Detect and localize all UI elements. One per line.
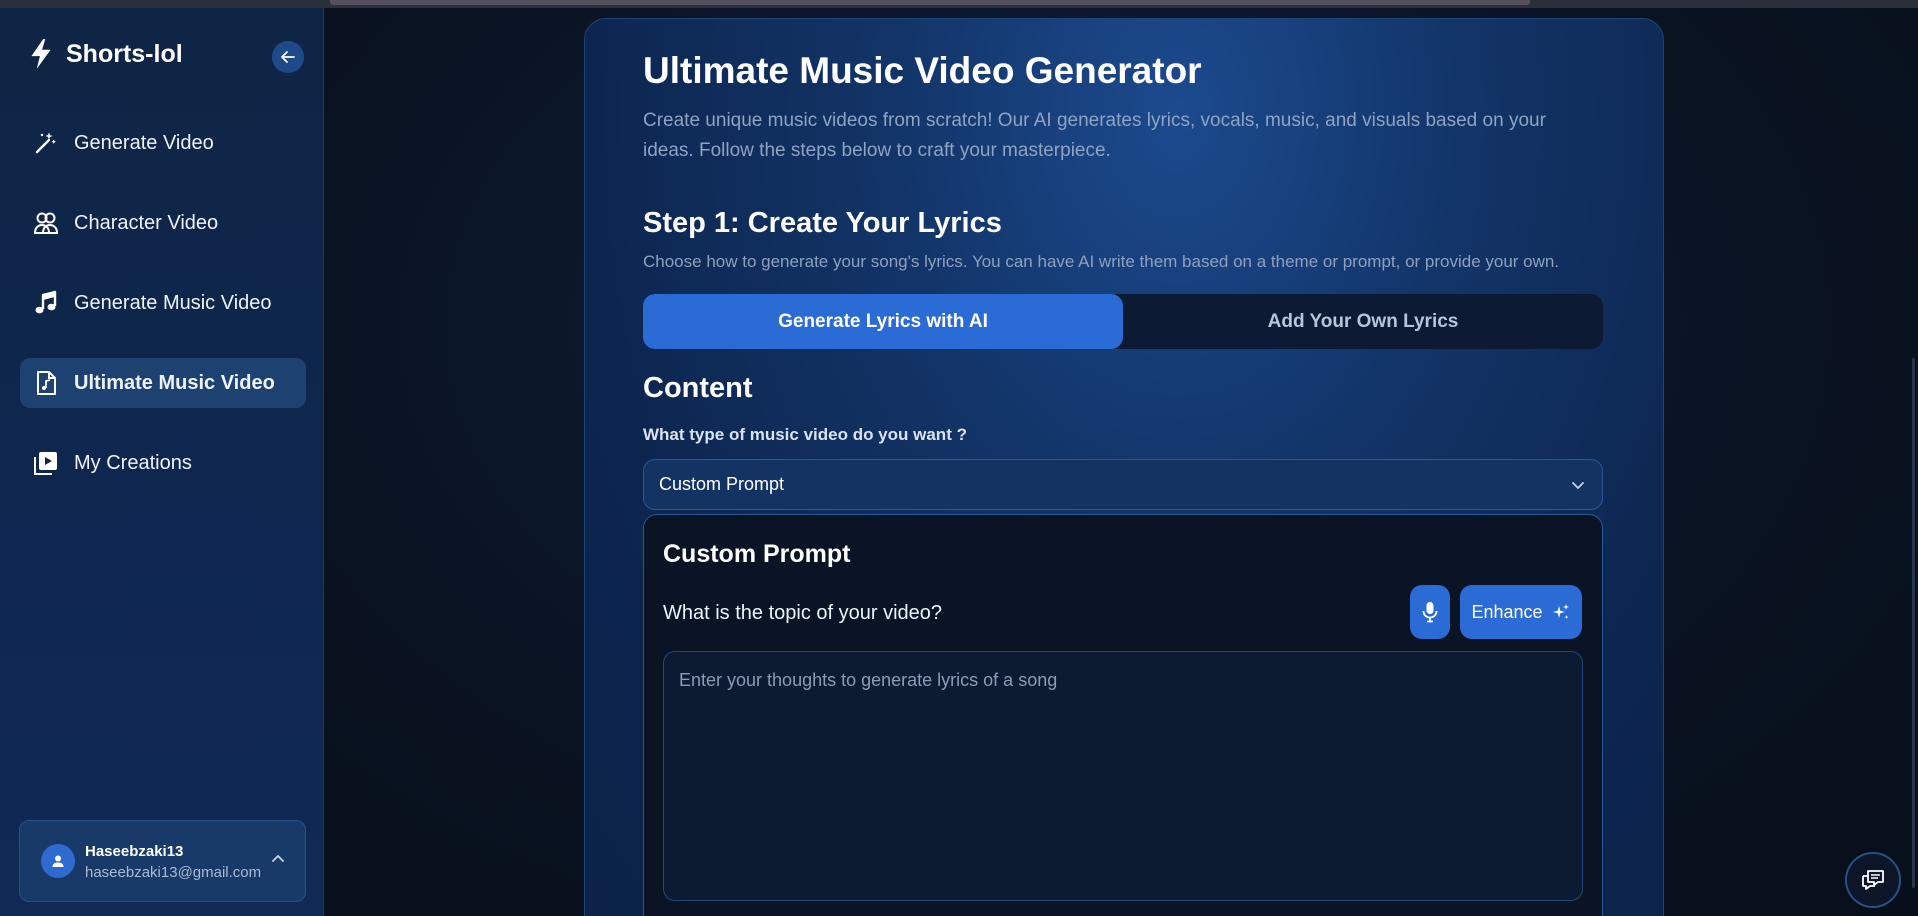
vertical-scrollbar[interactable]: [1912, 358, 1915, 888]
user-email: haseebzaki13@gmail.com: [85, 864, 262, 881]
step-title: Step 1: Create Your Lyrics: [643, 207, 1002, 239]
lightning-bolt-icon: [31, 39, 51, 69]
sidebar-item-label: Generate Video: [74, 131, 214, 154]
sidebar-item-character-video[interactable]: Character Video: [20, 198, 306, 248]
avatar: [41, 844, 75, 878]
chevron-up-icon: [272, 855, 284, 862]
enhance-button[interactable]: Enhance: [1460, 585, 1582, 639]
music-note-icon: [35, 290, 57, 314]
sidebar-item-label: Character Video: [74, 211, 219, 234]
sidebar-nav: Generate Video Character Video Generate …: [20, 118, 306, 518]
video-type-label: What type of music video do you want ?: [643, 425, 967, 444]
sidebar-item-label: Ultimate Music Video: [74, 371, 275, 394]
sidebar-item-label: Generate Music Video: [74, 291, 272, 314]
custom-prompt-title: Custom Prompt: [663, 540, 851, 568]
sidebar-item-label: My Creations: [74, 451, 192, 474]
content-title: Content: [643, 372, 753, 404]
sparkles-icon: [1552, 604, 1569, 619]
music-file-icon: [37, 371, 56, 395]
magic-wand-icon: [35, 132, 56, 154]
microphone-icon: [1422, 602, 1438, 623]
sidebar-item-generate-video[interactable]: Generate Video: [20, 118, 306, 168]
video-library-icon: [34, 452, 57, 475]
step-description: Choose how to generate your song's lyric…: [643, 252, 1560, 271]
voice-input-button[interactable]: [1410, 585, 1450, 639]
sidebar-item-ultimate-music-video[interactable]: Ultimate Music Video: [20, 358, 306, 408]
arrow-left-icon: [281, 51, 295, 63]
horizontal-scrollbar[interactable]: [330, 0, 1530, 5]
sidebar-item-generate-music-video[interactable]: Generate Music Video: [20, 278, 306, 328]
user-name: Haseebzaki13: [85, 843, 184, 860]
tab-generate-lyrics-ai[interactable]: Generate Lyrics with AI: [643, 294, 1123, 349]
page-subtitle: Create unique music videos from scratch!…: [643, 110, 1546, 161]
topic-label: What is the topic of your video?: [663, 602, 943, 624]
tab-add-own-lyrics[interactable]: Add Your Own Lyrics: [1123, 294, 1603, 349]
lyrics-mode-tabs: Generate Lyrics with AI Add Your Own Lyr…: [643, 294, 1603, 349]
collapse-sidebar-button[interactable]: [272, 41, 304, 73]
chat-support-button[interactable]: [1845, 852, 1901, 908]
brand[interactable]: Shorts-lol: [28, 34, 183, 74]
brand-name: Shorts-lol: [66, 39, 183, 68]
user-menu[interactable]: Haseebzaki13 haseebzaki13@gmail.com: [19, 820, 306, 902]
video-type-selected-value: Custom Prompt: [659, 474, 785, 494]
users-icon: [33, 212, 59, 234]
chevron-down-icon: [1572, 482, 1584, 489]
window-top-bar: [0, 0, 1918, 8]
enhance-label: Enhance: [1471, 601, 1543, 622]
lyrics-prompt-textarea[interactable]: [663, 651, 1583, 901]
user-icon: [52, 855, 64, 867]
chat-icon: [1862, 870, 1884, 890]
video-type-select[interactable]: Custom Prompt: [643, 459, 1603, 510]
sidebar: Shorts-lol Generate Video Character Vide…: [0, 8, 324, 916]
sidebar-item-my-creations[interactable]: My Creations: [20, 438, 306, 488]
page-title: Ultimate Music Video Generator: [643, 50, 1202, 91]
